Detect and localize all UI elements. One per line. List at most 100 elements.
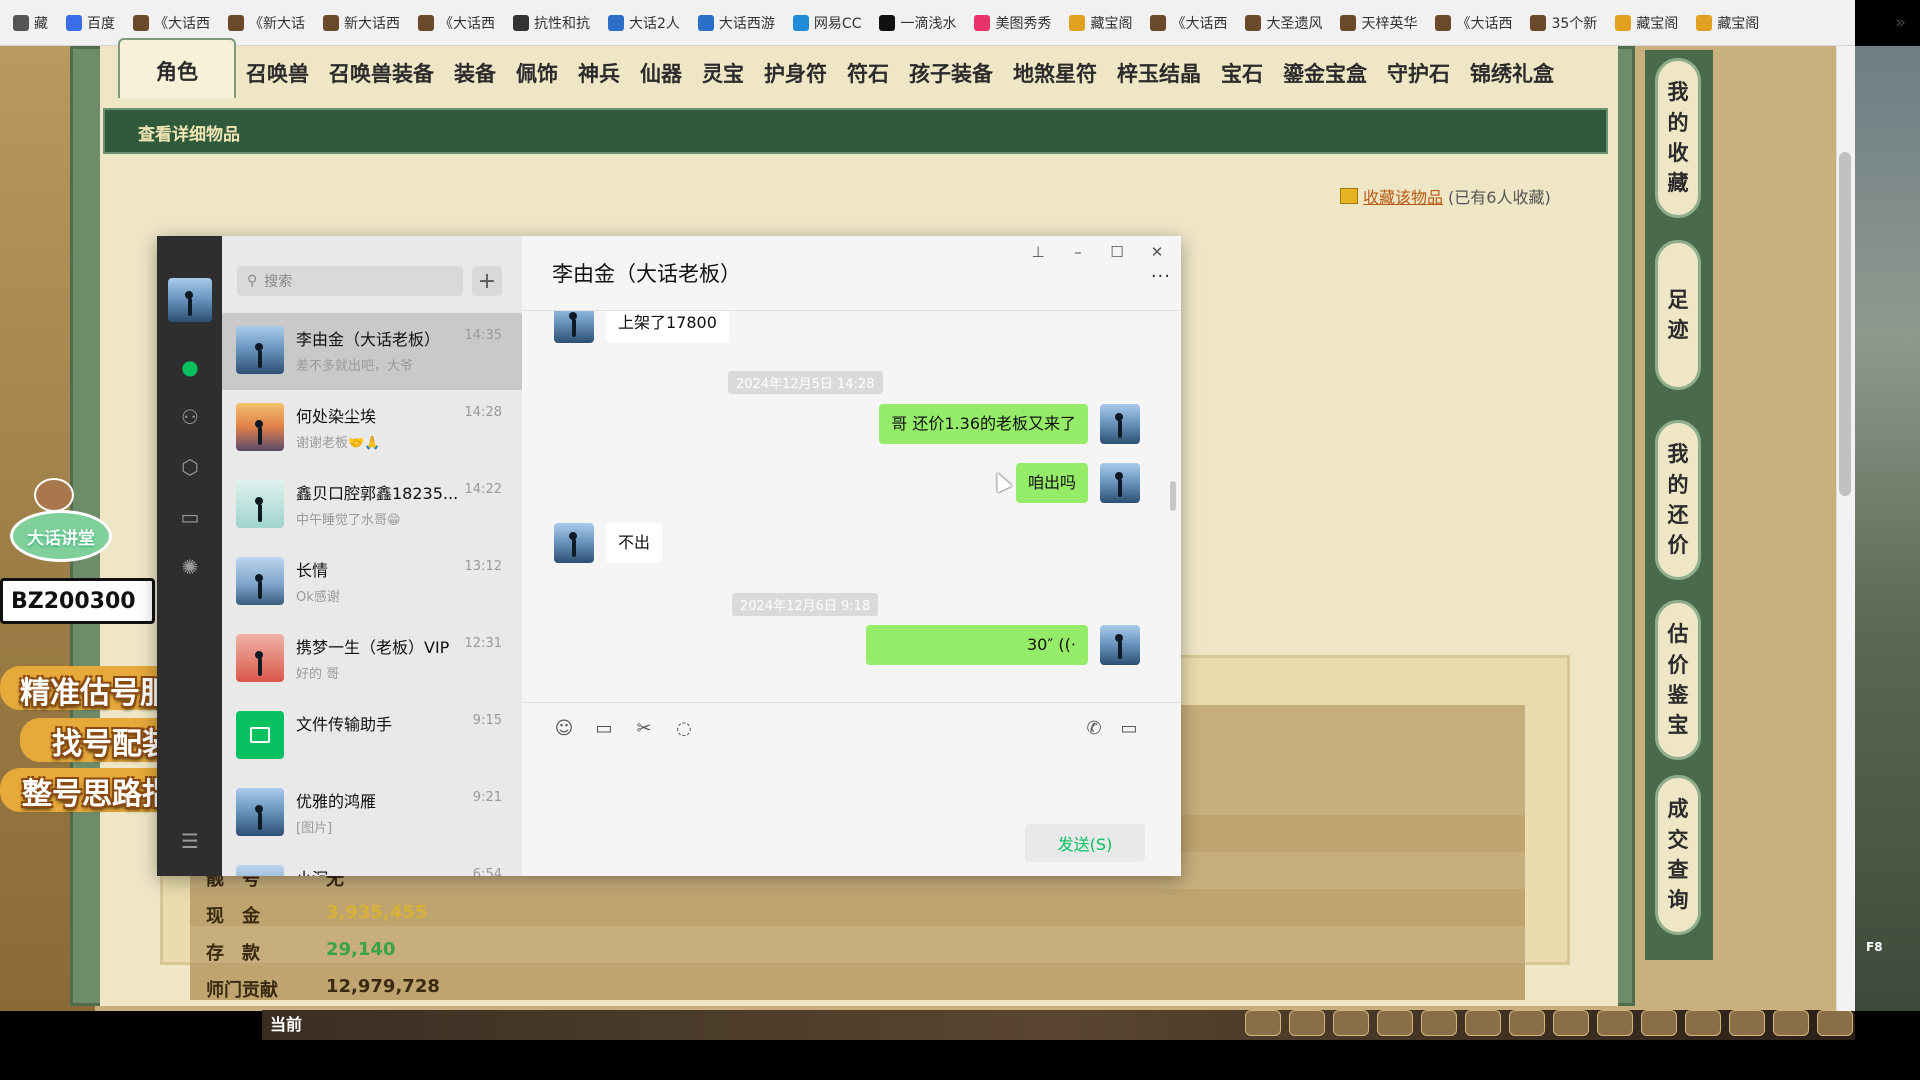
chat-panel: 李由金（大话老板） ⊥ – ☐ ✕ ··· 上架了17800 2024年12月5日… xyxy=(522,236,1181,876)
side-button-0[interactable]: 我的收藏 xyxy=(1655,58,1701,218)
minimize-icon[interactable]: – xyxy=(1066,240,1090,264)
tab-11[interactable]: 地煞星符 xyxy=(1003,38,1107,98)
bookmark-label: 《大话西 xyxy=(1456,15,1513,32)
tab-14[interactable]: 鎏金宝盒 xyxy=(1273,38,1377,98)
close-icon[interactable]: ✕ xyxy=(1145,240,1169,264)
hotkey-slot[interactable] xyxy=(1817,1010,1853,1036)
search-input[interactable]: ⚲ 搜索 xyxy=(237,266,463,296)
side-button-3[interactable]: 估价鉴宝 xyxy=(1655,600,1701,760)
hotkey-slot[interactable] xyxy=(1641,1010,1677,1036)
item-category-tabs: 角色 召唤兽 召唤兽装备 装备 佩饰 神兵 仙器 灵宝 护身符 符石 孩子装备 地煞星符 梓玉结晶 宝石鎏… xyxy=(118,38,1564,98)
bookmark-item[interactable]: 网易CC xyxy=(784,13,871,33)
side-button-2[interactable]: 我的还价 xyxy=(1655,420,1701,580)
conversation-item[interactable]: 李由金（大话老板） 14:35 差不多就出吧，大爷 xyxy=(222,313,522,390)
tab-15[interactable]: 守护石 xyxy=(1377,38,1460,98)
bookmark-item[interactable]: 藏宝阁 xyxy=(1060,13,1141,33)
conversation-preview: 中午睡觉了水哥😁 xyxy=(296,513,401,528)
favorite-link[interactable]: 收藏该物品 xyxy=(1363,184,1443,208)
bookmark-item[interactable]: 《大话西 xyxy=(409,13,504,33)
conversation-preview: 好的 哥 xyxy=(296,667,340,682)
bookmark-item[interactable]: 《大话西 xyxy=(124,13,219,33)
maximize-icon[interactable]: ☐ xyxy=(1105,240,1129,264)
hotkey-slot[interactable] xyxy=(1421,1010,1457,1036)
folder-star-icon xyxy=(1340,188,1358,204)
chat-icon[interactable]: ● xyxy=(177,354,203,380)
tab-16[interactable]: 锦绣礼盒 xyxy=(1460,38,1564,98)
tab-8[interactable]: 护身符 xyxy=(754,38,837,98)
conversation-item[interactable]: 长情 13:12 Ok感谢 xyxy=(222,544,522,621)
bookmark-item[interactable]: 美图秀秀 xyxy=(965,13,1060,33)
tab-4[interactable]: 佩饰 xyxy=(506,38,568,98)
bookmark-icon xyxy=(1530,14,1547,31)
side-button-1[interactable]: 足迹 xyxy=(1655,240,1701,390)
tab-9[interactable]: 符石 xyxy=(837,38,899,98)
bookmark-item[interactable]: 35个新 xyxy=(1521,13,1606,33)
bookmark-item[interactable]: 藏 xyxy=(4,13,57,33)
tab-7[interactable]: 灵宝 xyxy=(692,38,754,98)
hotkey-slot[interactable] xyxy=(1245,1010,1281,1036)
chat-history-icon[interactable]: ◌ xyxy=(672,716,696,740)
tab-1[interactable]: 召唤兽 xyxy=(236,38,319,98)
conversation-item[interactable]: 何处染尘埃 14:28 谢谢老板🤝🙏 xyxy=(222,390,522,467)
video-icon[interactable]: ▭ xyxy=(1117,716,1141,740)
tab-10[interactable]: 孩子装备 xyxy=(899,38,1003,98)
conversation-item[interactable]: 小沉 6:54 xyxy=(222,852,522,876)
conversation-item[interactable]: 文件传输助手 9:15 xyxy=(222,698,522,775)
box-icon[interactable]: ⬡ xyxy=(177,454,203,480)
tab-12[interactable]: 梓玉结晶 xyxy=(1107,38,1211,98)
moments-icon[interactable]: ✺ xyxy=(177,554,203,580)
hotkey-slot[interactable] xyxy=(1289,1010,1325,1036)
divider xyxy=(522,702,1181,703)
bookmark-item[interactable]: 《大话西 xyxy=(1141,13,1236,33)
scissors-icon[interactable]: ✂ xyxy=(632,716,656,740)
conversation-item[interactable]: 携梦一生（老板）VIP 12:31 好的 哥 xyxy=(222,621,522,698)
bookmark-item[interactable]: 天梓英华 xyxy=(1331,13,1426,33)
add-button[interactable]: + xyxy=(472,266,502,296)
hotkey-slot[interactable] xyxy=(1509,1010,1545,1036)
tab-3[interactable]: 装备 xyxy=(444,38,506,98)
hotkey-slot[interactable] xyxy=(1333,1010,1369,1036)
bookmark-item[interactable]: 抗性和抗 xyxy=(504,13,599,33)
emoji-icon[interactable]: ☺ xyxy=(552,716,576,740)
hotkey-slot[interactable] xyxy=(1729,1010,1765,1036)
side-button-4[interactable]: 成交查询 xyxy=(1655,775,1701,935)
bookmark-item[interactable]: 《新大话 xyxy=(219,13,314,33)
hotkey-slot[interactable] xyxy=(1685,1010,1721,1036)
tab-5[interactable]: 神兵 xyxy=(568,38,630,98)
bookmark-item[interactable]: 大话2人 xyxy=(599,13,689,33)
bookmark-item[interactable]: 大圣遗风 xyxy=(1236,13,1331,33)
tab-6[interactable]: 仙器 xyxy=(630,38,692,98)
hotkey-slot[interactable] xyxy=(1773,1010,1809,1036)
phone-icon[interactable]: ✆ xyxy=(1082,716,1106,740)
bookmark-item[interactable]: 新大话西 xyxy=(314,13,409,33)
page-scrollbar-thumb[interactable] xyxy=(1839,152,1851,496)
bookmarks-overflow-icon[interactable]: » xyxy=(1895,12,1906,33)
conversation-item[interactable]: 优雅的鸿雁 9:21 [图片] xyxy=(222,775,522,852)
avatar[interactable] xyxy=(168,278,212,322)
bookmark-item[interactable]: 藏宝阁 xyxy=(1606,13,1687,33)
more-icon[interactable]: ··· xyxy=(1151,266,1171,287)
pin-icon[interactable]: ⊥ xyxy=(1026,240,1050,264)
avatar xyxy=(236,634,284,682)
menu-icon[interactable]: ☰ xyxy=(177,828,203,854)
folder-icon[interactable]: ▭ xyxy=(177,504,203,530)
hotkey-slot[interactable] xyxy=(1377,1010,1413,1036)
conversation-item[interactable]: 鑫贝口腔郭鑫18235... 14:22 中午睡觉了水哥😁 xyxy=(222,467,522,544)
file-icon[interactable]: ▭ xyxy=(592,716,616,740)
tab-2[interactable]: 召唤兽装备 xyxy=(319,38,444,98)
message-scrollbar[interactable] xyxy=(1170,481,1176,511)
bookmark-label: 《新大话 xyxy=(249,15,305,32)
send-button[interactable]: 发送(S) xyxy=(1025,824,1145,862)
hotkey-slot[interactable] xyxy=(1465,1010,1501,1036)
bookmark-item[interactable]: 藏宝阁 xyxy=(1687,13,1768,33)
tab-0[interactable]: 角色 xyxy=(118,38,236,98)
bookmark-item[interactable]: 百度 xyxy=(57,13,124,33)
bookmark-item[interactable]: 一滴浅水 xyxy=(870,13,965,33)
tab-13[interactable]: 宝石 xyxy=(1211,38,1273,98)
bookmark-item[interactable]: 大话西游 xyxy=(689,13,784,33)
hotkey-slot[interactable] xyxy=(1597,1010,1633,1036)
contacts-icon[interactable]: ⚇ xyxy=(177,404,203,430)
avatar xyxy=(554,311,594,343)
bookmark-item[interactable]: 《大话西 xyxy=(1426,13,1521,33)
hotkey-slot[interactable] xyxy=(1553,1010,1589,1036)
